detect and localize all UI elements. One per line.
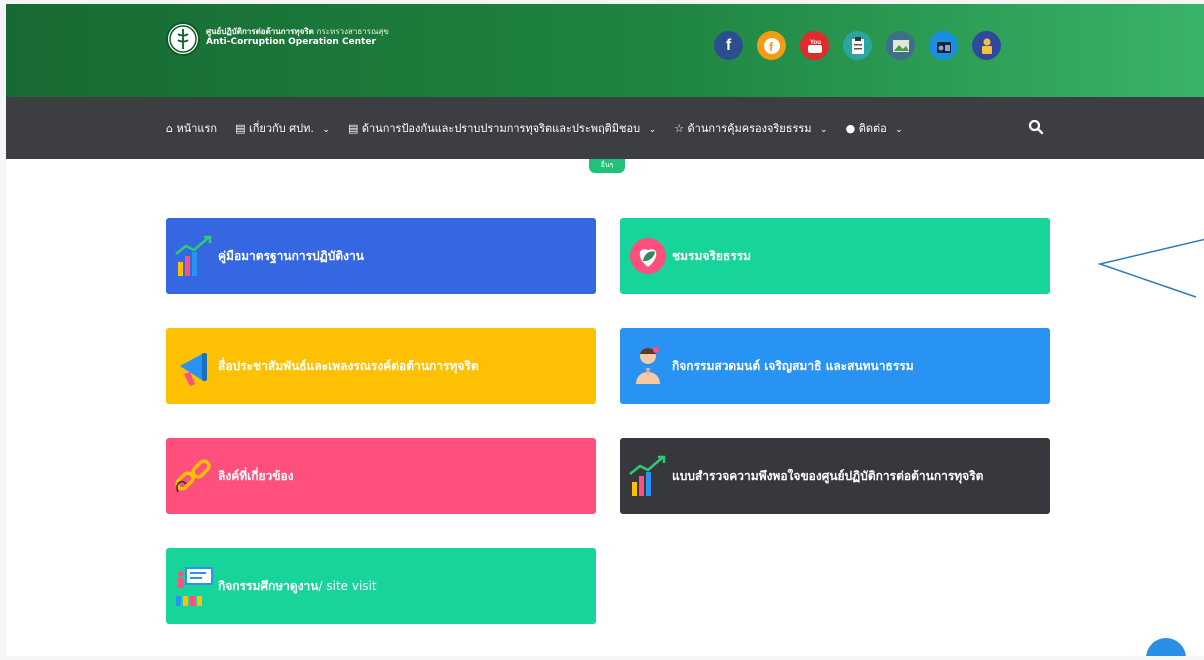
growth-chart-icon [626,454,670,498]
document-icon: ▤ [347,122,359,135]
nav-home[interactable]: ⌂ หน้าแรก [166,119,217,137]
svg-text:You: You [810,40,821,46]
card-ethics-club[interactable]: ชมรมจริยธรรม [620,218,1050,294]
card-label: กิจกรรมศึกษาดูงาน [218,578,319,593]
nav-contact[interactable]: ● ติดต่อ ⌄ [846,119,903,137]
card-label: คู่มือมาตรฐานการปฏิบัติงาน [218,248,364,263]
card-label: แบบสำรวจความพึงพอใจของศูนย์ปฏิบัติการต่อ… [672,468,984,483]
nav-contact-label: ติดต่อ [858,122,887,135]
chevron-down-icon: ⌄ [322,125,330,135]
nav-home-label: หน้าแรก [176,122,218,135]
chevron-down-icon: ⌄ [648,125,657,135]
org-name-thai-text: ศูนย์ปฏิบัติการต่อต้านการทุจริต [206,27,314,36]
card-campaign-media[interactable]: สื่อประชาสัมพันธ์และเพลงรณรงค์ต่อต้านการ… [166,328,596,404]
growth-chart-icon [172,234,216,278]
youtube-icon[interactable]: You [800,31,829,60]
map-pin-icon: ● [845,122,856,135]
chevron-down-icon: ⌄ [820,125,828,135]
lock-person-icon[interactable] [972,31,1001,60]
site-header: ศูนย์ปฏิบัติการต่อต้านการทุจริต กระทรวงส… [6,4,1204,97]
social-links: f f You [714,31,1001,60]
heart-leaf-icon [626,234,670,278]
document-icon: ▤ [235,122,246,135]
radio-icon[interactable] [929,31,958,60]
org-name-english: Anti-Corruption Operation Center [206,37,376,47]
ministry-name-text: กระทรวงสาธารณสุข [316,27,389,36]
praying-person-icon [626,344,670,388]
chain-link-icon [172,454,216,498]
card-label: สื่อประชาสัมพันธ์และเพลงรณรงค์ต่อต้านการ… [218,358,479,373]
card-label-suffix: / site visit [318,579,377,593]
search-icon[interactable] [1028,119,1044,135]
presentation-icon [172,564,216,608]
card-label: กิจกรรมสวดมนต์ เจริญสมาธิ และสนทนาธรรม [672,358,914,373]
card-label: ชมรมจริยธรรม [672,248,752,263]
nav-ethics[interactable]: ☆ ด้านการคุ้มครองจริยธรรม ⌄ [674,119,827,137]
nav-about[interactable]: ▤ เกี่ยวกับ ศปท. ⌄ [235,119,330,137]
megaphone-icon [172,344,216,388]
card-label: ลิงค์ที่เกี่ยวข้อง [218,468,294,483]
more-tab[interactable]: อื่นๆ [589,159,625,173]
card-satisfaction-survey[interactable]: แบบสำรวจความพึงพอใจของศูนย์ปฏิบัติการต่อ… [620,438,1050,514]
ministry-logo-icon[interactable] [166,22,200,56]
scroll-top-button[interactable] [1146,638,1186,656]
nav-prevention-label: ด้านการป้องกันและปราบปรามการทุจริตและประ… [361,122,641,135]
clipboard-icon[interactable] [843,31,872,60]
main-navbar: ⌂ หน้าแรก ▤ เกี่ยวกับ ศปท. ⌄ ▤ ด้านการป้… [6,97,1204,159]
star-icon: ☆ [674,122,685,135]
chevron-down-icon: ⌄ [895,125,903,135]
facebook-icon[interactable]: f [714,31,743,60]
callout-pointer [1097,238,1204,298]
card-related-links[interactable]: ลิงค์ที่เกี่ยวข้อง [166,438,596,514]
card-site-visit[interactable]: กิจกรรมศึกษาดูงาน / site visit [166,548,596,624]
facebook-alt-icon[interactable]: f [757,31,786,60]
nav-ethics-label: ด้านการคุ้มครองจริยธรรม [687,122,812,135]
nav-prevention[interactable]: ▤ ด้านการป้องกันและปราบปรามการทุจริตและป… [348,119,656,137]
nav-about-label: เกี่ยวกับ ศปท. [249,122,314,135]
gallery-icon[interactable] [886,31,915,60]
card-work-manual[interactable]: คู่มือมาตรฐานการปฏิบัติงาน [166,218,596,294]
home-icon: ⌂ [166,122,173,135]
page: ศูนย์ปฏิบัติการต่อต้านการทุจริต กระทรวงส… [6,4,1204,656]
card-prayer-meditation[interactable]: กิจกรรมสวดมนต์ เจริญสมาธิ และสนทนาธรรม [620,328,1050,404]
